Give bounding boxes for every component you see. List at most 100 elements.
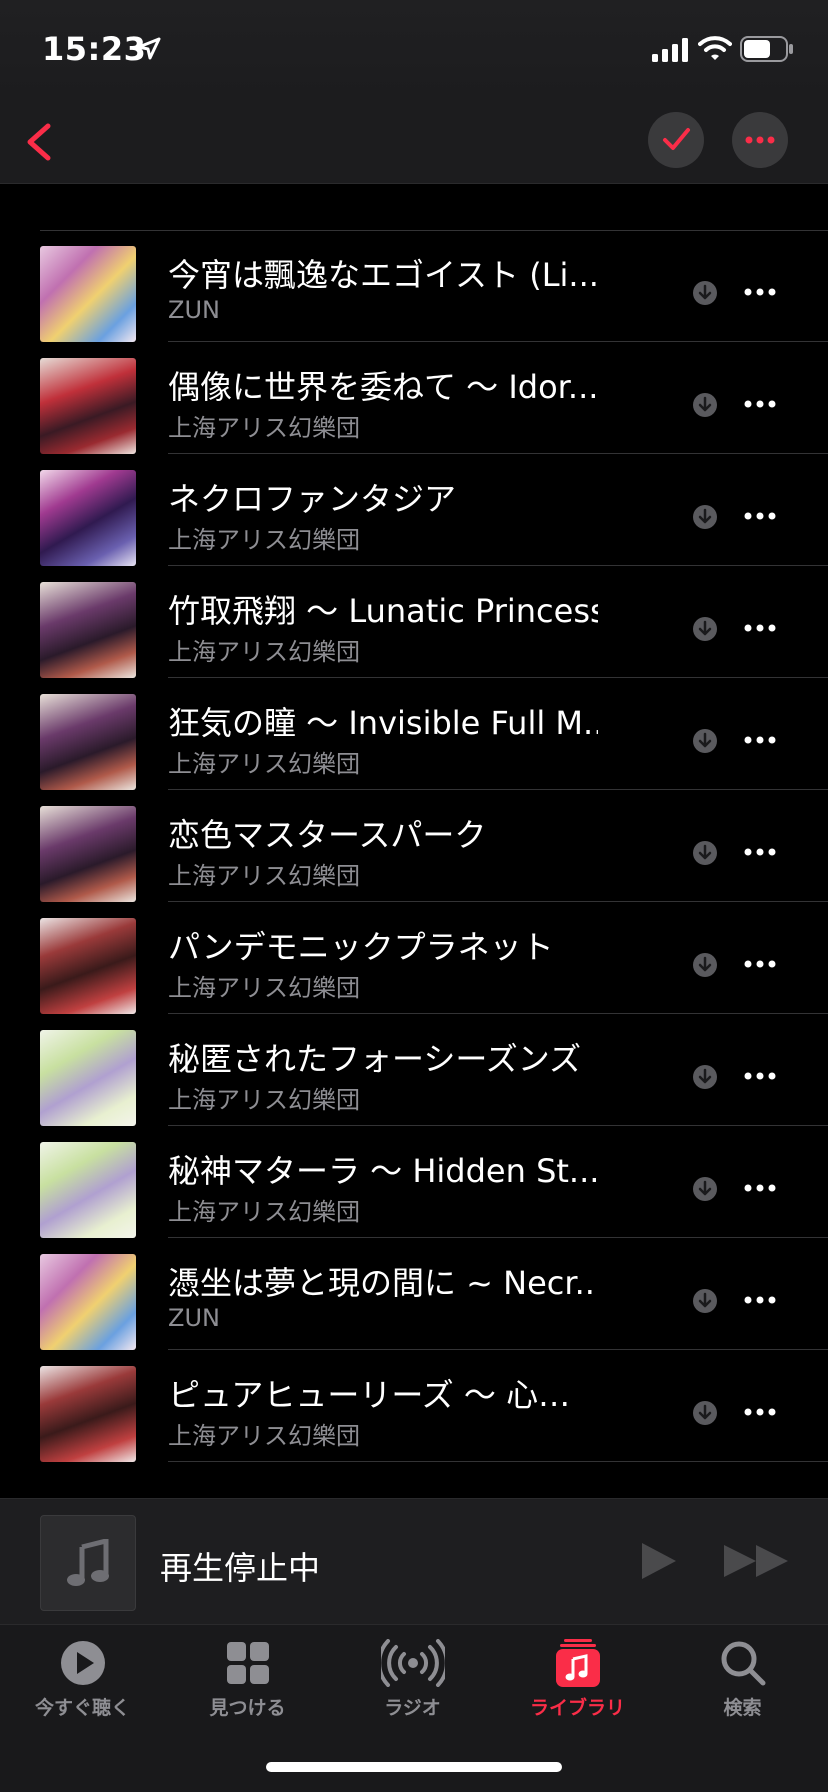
download-icon[interactable] — [692, 952, 718, 978]
song-more-button[interactable] — [740, 1168, 780, 1208]
tab-label: ラジオ — [384, 1697, 441, 1719]
album-artwork — [40, 694, 136, 790]
song-title: パンデモニックプラネット — [168, 928, 554, 966]
song-more-button[interactable] — [740, 944, 780, 984]
ellipsis-icon — [744, 960, 776, 968]
mini-player[interactable]: 再生停止中 — [0, 1498, 828, 1624]
song-artist: 上海アリス幻樂団 — [168, 974, 360, 1002]
download-icon[interactable] — [692, 504, 718, 530]
song-list: 今宵は飄逸なエゴイスト (Li... ZUN 偶像に世界を委ねて 〜 Idor...… — [0, 230, 828, 1462]
tab-search[interactable]: 検索 — [660, 1639, 825, 1739]
song-more-button[interactable] — [740, 1056, 780, 1096]
search-icon — [721, 1641, 765, 1686]
song-title: 憑坐は夢と現の間に ~ Necr... — [168, 1264, 598, 1302]
tab-label: 今すぐ聴く — [34, 1697, 130, 1719]
download-icon[interactable] — [692, 1400, 718, 1426]
select-button[interactable] — [648, 112, 704, 168]
song-more-button[interactable] — [740, 608, 780, 648]
ellipsis-icon — [744, 288, 776, 296]
playback-status: 再生停止中 — [160, 1549, 321, 1587]
song-more-button[interactable] — [740, 496, 780, 536]
song-row[interactable]: 秘神マターラ 〜 Hidden St... 上海アリス幻樂団 — [0, 1126, 828, 1238]
ellipsis-icon — [744, 1184, 776, 1192]
chevron-left-icon — [27, 123, 51, 161]
song-more-button[interactable] — [740, 1280, 780, 1320]
cellular-signal-icon — [652, 38, 688, 62]
album-artwork — [40, 1366, 136, 1462]
skip-forward-button[interactable] — [720, 1539, 792, 1583]
row-divider — [168, 1461, 828, 1462]
song-title: ピュアヒューリーズ 〜 心… — [168, 1376, 571, 1414]
song-artist: 上海アリス幻樂団 — [168, 862, 360, 890]
ellipsis-icon — [744, 400, 776, 408]
radio-icon — [380, 1639, 445, 1687]
tab-label: 検索 — [723, 1697, 762, 1719]
song-artist: 上海アリス幻樂団 — [168, 1086, 360, 1114]
song-row[interactable]: 秘匿されたフォーシーズンズ上海アリス幻樂団 — [0, 1014, 828, 1126]
song-artist: 上海アリス幻樂団 — [168, 638, 360, 666]
song-more-button[interactable] — [740, 720, 780, 760]
ellipsis-icon — [744, 1296, 776, 1304]
album-artwork — [40, 1142, 136, 1238]
tab-radio[interactable]: ラジオ — [330, 1639, 495, 1739]
song-title: 恋色マスタースパーク — [168, 816, 487, 854]
status-bar: 15:23 — [0, 0, 828, 100]
song-title: 偶像に世界を委ねて 〜 Idor... — [168, 368, 598, 406]
song-more-button[interactable] — [740, 272, 780, 312]
back-button[interactable] — [20, 114, 76, 170]
song-row[interactable]: 恋色マスタースパーク上海アリス幻樂団 — [0, 790, 828, 902]
download-icon[interactable] — [692, 1064, 718, 1090]
download-icon[interactable] — [692, 840, 718, 866]
song-row[interactable]: 狂気の瞳 〜 Invisible Full M... 上海アリス幻樂団 — [0, 678, 828, 790]
download-icon[interactable] — [692, 728, 718, 754]
status-time: 15:23 — [42, 30, 147, 68]
home-indicator — [266, 1762, 562, 1772]
song-row[interactable]: ピュアヒューリーズ 〜 心… 上海アリス幻樂団 — [0, 1350, 828, 1462]
play-button[interactable] — [636, 1539, 680, 1583]
ellipsis-icon — [744, 624, 776, 632]
song-row[interactable]: 今宵は飄逸なエゴイスト (Li... ZUN — [0, 230, 828, 342]
checkmark-icon — [663, 128, 690, 150]
ellipsis-icon — [744, 512, 776, 520]
album-artwork — [40, 470, 136, 566]
navigation-bar — [0, 100, 828, 184]
song-title: 秘匿されたフォーシーズンズ — [168, 1040, 582, 1078]
song-row[interactable]: 竹取飛翔 〜 Lunatic Princess 上海アリス幻樂団 — [0, 566, 828, 678]
song-row[interactable]: ネクロファンタジア上海アリス幻樂団 — [0, 454, 828, 566]
song-more-button[interactable] — [740, 832, 780, 872]
album-artwork — [40, 1254, 136, 1350]
song-row[interactable]: 偶像に世界を委ねて 〜 Idor... 上海アリス幻樂団 — [0, 342, 828, 454]
song-artist: ZUN — [168, 1304, 220, 1332]
song-artist: 上海アリス幻樂団 — [168, 1198, 360, 1226]
tab-library[interactable]: ライブラリ — [495, 1639, 660, 1739]
song-title: 狂気の瞳 〜 Invisible Full M... — [168, 704, 598, 742]
grid-icon — [226, 1642, 269, 1684]
song-more-button[interactable] — [740, 384, 780, 424]
download-icon[interactable] — [692, 280, 718, 306]
ellipsis-icon — [744, 736, 776, 744]
song-more-button[interactable] — [740, 1392, 780, 1432]
album-artwork — [40, 246, 136, 342]
more-options-button[interactable] — [732, 112, 788, 168]
download-icon[interactable] — [692, 392, 718, 418]
battery-icon — [740, 36, 793, 62]
wifi-icon — [698, 36, 732, 60]
ellipsis-icon — [744, 1408, 776, 1416]
album-artwork — [40, 918, 136, 1014]
tab-browse[interactable]: 見つける — [165, 1639, 330, 1739]
song-row[interactable]: 憑坐は夢と現の間に ~ Necr... ZUN — [0, 1238, 828, 1350]
ellipsis-icon — [744, 1072, 776, 1080]
song-artist: 上海アリス幻樂団 — [168, 526, 360, 554]
tab-listen-now[interactable]: 今すぐ聴く — [0, 1639, 165, 1739]
download-icon[interactable] — [692, 1176, 718, 1202]
song-row[interactable]: パンデモニックプラネット上海アリス幻樂団 — [0, 902, 828, 1014]
music-library-icon — [555, 1639, 600, 1687]
song-title: ネクロファンタジア — [168, 480, 457, 518]
tab-label: 見つける — [209, 1697, 286, 1719]
album-artwork — [40, 358, 136, 454]
mini-player-artwork — [40, 1515, 136, 1611]
tab-label: ライブラリ — [529, 1697, 625, 1719]
download-icon[interactable] — [692, 1288, 718, 1314]
play-circle-icon — [60, 1641, 105, 1685]
download-icon[interactable] — [692, 616, 718, 642]
